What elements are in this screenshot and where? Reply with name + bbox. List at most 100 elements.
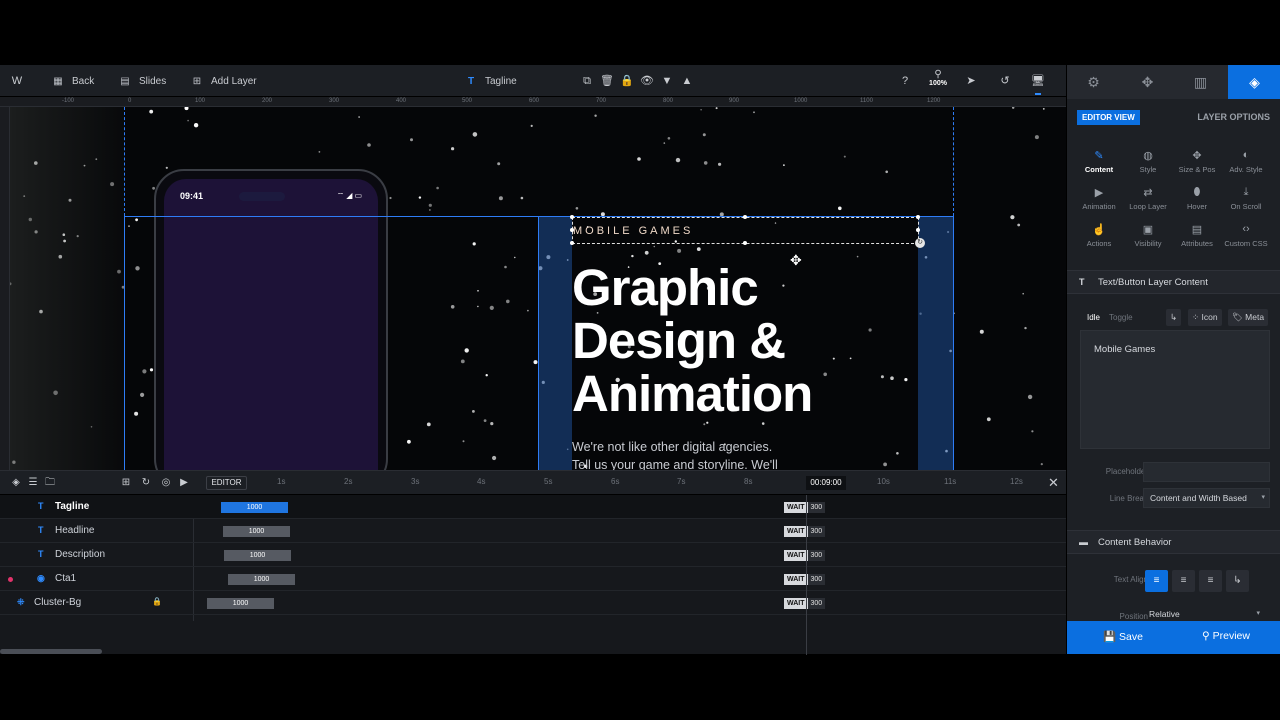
resize-handle[interactable] <box>916 228 920 232</box>
tagline-layer[interactable]: MOBILE GAMES ↻ <box>570 215 925 248</box>
duration-bar[interactable]: 1000 <box>228 574 295 585</box>
desktop-icon[interactable]: 🖥 <box>1030 73 1046 89</box>
option-loop-layer[interactable]: ⇄ Loop Layer <box>1121 186 1175 211</box>
resize-handle[interactable] <box>743 241 747 245</box>
position-select[interactable]: Relative ▾ <box>1143 607 1270 621</box>
lock-icon[interactable]: 🔒 <box>619 73 635 89</box>
undo-icon[interactable]: ↺ <box>997 73 1013 89</box>
group-layer-icon: ⁜ <box>17 597 25 607</box>
timeline-row-cluster-bg[interactable]: ⁜ Cluster-Bg 🔒 1000 WAIT 300 <box>0 591 1066 615</box>
delete-icon[interactable]: 🗑 <box>599 73 615 89</box>
resize-handle[interactable] <box>743 215 747 219</box>
align-reset-icon[interactable]: ↳ <box>1226 570 1249 592</box>
pointer-icon[interactable]: ➤ <box>963 73 979 89</box>
description-line: We're not like other digital agencies. <box>572 440 773 454</box>
editor-button[interactable]: EDITOR <box>206 476 247 490</box>
content-section-header[interactable]: T Text/Button Layer Content <box>1067 270 1280 294</box>
eye-icon[interactable]: 👁 <box>639 73 655 89</box>
rotate-handle-icon[interactable]: ↻ <box>915 238 925 248</box>
option-size-pos[interactable]: ✥ Size & Pos <box>1170 149 1224 174</box>
meta-button[interactable]: 🏷 Meta <box>1228 309 1269 326</box>
wait-badge[interactable]: WAIT 300 <box>784 574 826 585</box>
help-icon[interactable]: ? <box>897 73 913 89</box>
duration-bar[interactable]: 1000 <box>207 598 274 609</box>
description-line: Tell us your game and storyline. We'll <box>572 458 778 470</box>
add-layer-button[interactable]: ⊞ Add Layer <box>191 65 257 97</box>
zoom-icon: ⚲ <box>934 69 942 80</box>
move-icon: ✥ <box>1192 150 1202 162</box>
align-center-icon[interactable]: ≡ <box>1172 570 1195 592</box>
resize-handle[interactable] <box>570 241 574 245</box>
layers-icon[interactable]: ◈ <box>10 477 22 489</box>
align-right-icon[interactable]: ≡ <box>1199 570 1222 592</box>
icon-button[interactable]: ⁘ Icon <box>1188 309 1222 326</box>
align-left-icon[interactable]: ≡ <box>1145 570 1168 592</box>
back-button[interactable]: ▦ Back <box>52 65 94 97</box>
resize-handle[interactable] <box>570 215 574 219</box>
tab-idle[interactable]: Idle <box>1087 313 1100 322</box>
duration-bar[interactable]: 1000 <box>224 550 291 561</box>
horizontal-scrollbar[interactable] <box>0 649 102 654</box>
list-icon[interactable]: ☰ <box>27 477 39 489</box>
option-style[interactable]: ◍ Style <box>1121 149 1175 174</box>
arrow-up-icon[interactable]: ▲ <box>679 73 695 89</box>
option-animation[interactable]: ▶ Animation <box>1072 186 1126 211</box>
slides-button[interactable]: ▤ Slides <box>119 65 166 97</box>
loop-icon[interactable]: ↻ <box>140 477 152 489</box>
tab-toggle[interactable]: Toggle <box>1109 313 1133 322</box>
wait-badge[interactable]: WAIT 300 <box>784 526 826 537</box>
option-attributes[interactable]: ▤ Attributes <box>1170 223 1224 248</box>
slide-tab-icon[interactable]: ▥ <box>1174 65 1227 99</box>
timeline-row-tagline[interactable]: T Tagline 1000 WAIT 300 <box>0 495 1066 519</box>
slide-canvas[interactable]: 09:41 ⌔◢▭ MOBILE GAMES ↻ ✥ Graphic Desig… <box>10 107 1066 470</box>
option-actions[interactable]: ☝ Actions <box>1072 223 1126 248</box>
description-layer[interactable]: We're not like other digital agencies. T… <box>572 438 792 470</box>
duplicate-icon[interactable]: ⧉ <box>579 73 595 89</box>
wordpress-logo-icon[interactable]: W <box>9 73 25 89</box>
play-icon[interactable]: ▶ <box>178 477 190 489</box>
placeholder-input[interactable] <box>1143 462 1270 482</box>
timeline-row-cta1[interactable]: ◉ Cta1 1000 WAIT 300 <box>0 567 1066 591</box>
option-on-scroll[interactable]: ⤓ On Scroll <box>1219 186 1273 211</box>
wait-badge[interactable]: WAIT 300 <box>784 598 826 609</box>
option-hover[interactable]: ⬮ Hover <box>1170 186 1224 211</box>
content-textarea[interactable]: Mobile Games <box>1080 330 1270 449</box>
option-content[interactable]: ✎ Content <box>1072 149 1126 174</box>
text-layer-icon: T <box>38 501 44 511</box>
wait-badge[interactable]: WAIT 300 <box>784 550 826 561</box>
behavior-section-header[interactable]: ▬ Content Behavior <box>1067 530 1280 554</box>
target-icon[interactable]: ◎ <box>160 477 172 489</box>
timeline-row-headline[interactable]: T Headline 1000 WAIT 300 <box>0 519 1066 543</box>
save-button[interactable]: 💾 Save <box>1103 630 1143 643</box>
zoom-control[interactable]: ⚲ 100% <box>928 69 948 87</box>
arrow-down-icon[interactable]: ▼ <box>659 73 675 89</box>
layers-tab-icon[interactable]: ◈ <box>1228 65 1280 99</box>
navigation-tab-icon[interactable]: ✥ <box>1121 65 1174 99</box>
snap-grid-icon[interactable]: ⊞ <box>120 477 132 489</box>
timeline-row-description[interactable]: T Description 1000 WAIT 300 <box>0 543 1066 567</box>
playhead-line[interactable] <box>806 495 807 655</box>
headline-layer[interactable]: Graphic Design & Animation <box>572 261 932 420</box>
resize-handle[interactable] <box>916 215 920 219</box>
close-timeline-icon[interactable]: ✕ <box>1048 475 1059 491</box>
wait-badge[interactable]: WAIT 300 <box>784 502 826 513</box>
lock-icon[interactable]: 🔒 <box>152 597 162 606</box>
editor-view-badge[interactable]: EDITOR VIEW <box>1077 110 1140 125</box>
settings-tab-icon[interactable]: ⚙ <box>1067 65 1120 99</box>
option-visibility[interactable]: ▣ Visibility <box>1121 223 1175 248</box>
folder-icon[interactable]: 🗀 <box>44 477 56 489</box>
resize-handle[interactable] <box>570 228 574 232</box>
button-layer-icon: ◉ <box>37 573 45 583</box>
option-custom-css[interactable]: ‹› Custom CSS <box>1219 223 1273 248</box>
duration-bar[interactable]: 1000 <box>223 526 290 537</box>
current-layer-selector[interactable]: T Tagline <box>465 65 517 97</box>
time-tick: 8s <box>744 477 753 486</box>
wait-label: WAIT <box>784 550 808 561</box>
wait-value: 300 <box>807 574 826 585</box>
duration-bar[interactable]: 1000 <box>221 502 288 513</box>
line-break-select[interactable]: Content and Width Based ▾ <box>1143 488 1270 508</box>
option-adv-style[interactable]: ◐ Adv. Style <box>1219 149 1273 174</box>
preview-button[interactable]: ⚲ Preview <box>1202 630 1250 642</box>
line-break-insert-icon[interactable]: ↳ <box>1166 309 1182 326</box>
star <box>1040 463 1043 466</box>
